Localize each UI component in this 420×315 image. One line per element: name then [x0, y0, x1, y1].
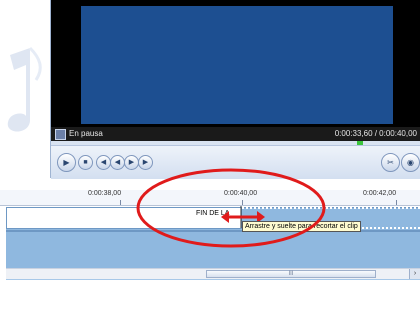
ruler-label: 0:00:42,00: [363, 190, 397, 197]
audio-track[interactable]: [6, 231, 420, 269]
scroll-right-arrow-icon[interactable]: ›: [409, 269, 420, 279]
playback-status: En pausa: [69, 129, 103, 138]
time-readout: 0:00:33,60 / 0:00:40,00: [334, 129, 417, 138]
next-button[interactable]: ▶: [138, 155, 153, 170]
play-button[interactable]: ▶: [57, 153, 76, 172]
previous-button[interactable]: ◀: [96, 155, 111, 170]
bottom-panel: [0, 280, 420, 315]
ruler-label: 0:00:40,00: [224, 190, 258, 197]
rewind-button[interactable]: ◀: [110, 155, 125, 170]
snapshot-button[interactable]: ◉: [401, 153, 420, 172]
split-clip-button[interactable]: ✂: [381, 153, 400, 172]
ruler-label: 0:00:38,00: [88, 190, 122, 197]
monitor-icon: [55, 129, 66, 140]
music-note-icon: [7, 46, 42, 132]
video-preview: [81, 6, 393, 124]
preview-area: En pausa 0:00:33,60 / 0:00:40,00 ▶ ■ ◀ ◀…: [0, 0, 420, 180]
player-controls: ▶ ■ ◀ ◀ ▶ ▶ ✂ ◉: [51, 145, 420, 179]
player-status-bar: En pausa 0:00:33,60 / 0:00:40,00: [51, 127, 420, 141]
scroll-thumb[interactable]: III: [206, 270, 376, 278]
time-ruler: 0:00:38,00 0:00:40,00 0:00:42,00: [0, 190, 420, 206]
trim-tooltip: Arrastre y suelte para recortar el clip: [242, 221, 361, 232]
video-frame: [51, 0, 420, 127]
video-player: En pausa 0:00:33,60 / 0:00:40,00 ▶ ■ ◀ ◀…: [50, 0, 420, 179]
stop-button[interactable]: ■: [78, 155, 93, 170]
fast-forward-button[interactable]: ▶: [124, 155, 139, 170]
timeline-scrollbar[interactable]: III ›: [6, 268, 420, 279]
